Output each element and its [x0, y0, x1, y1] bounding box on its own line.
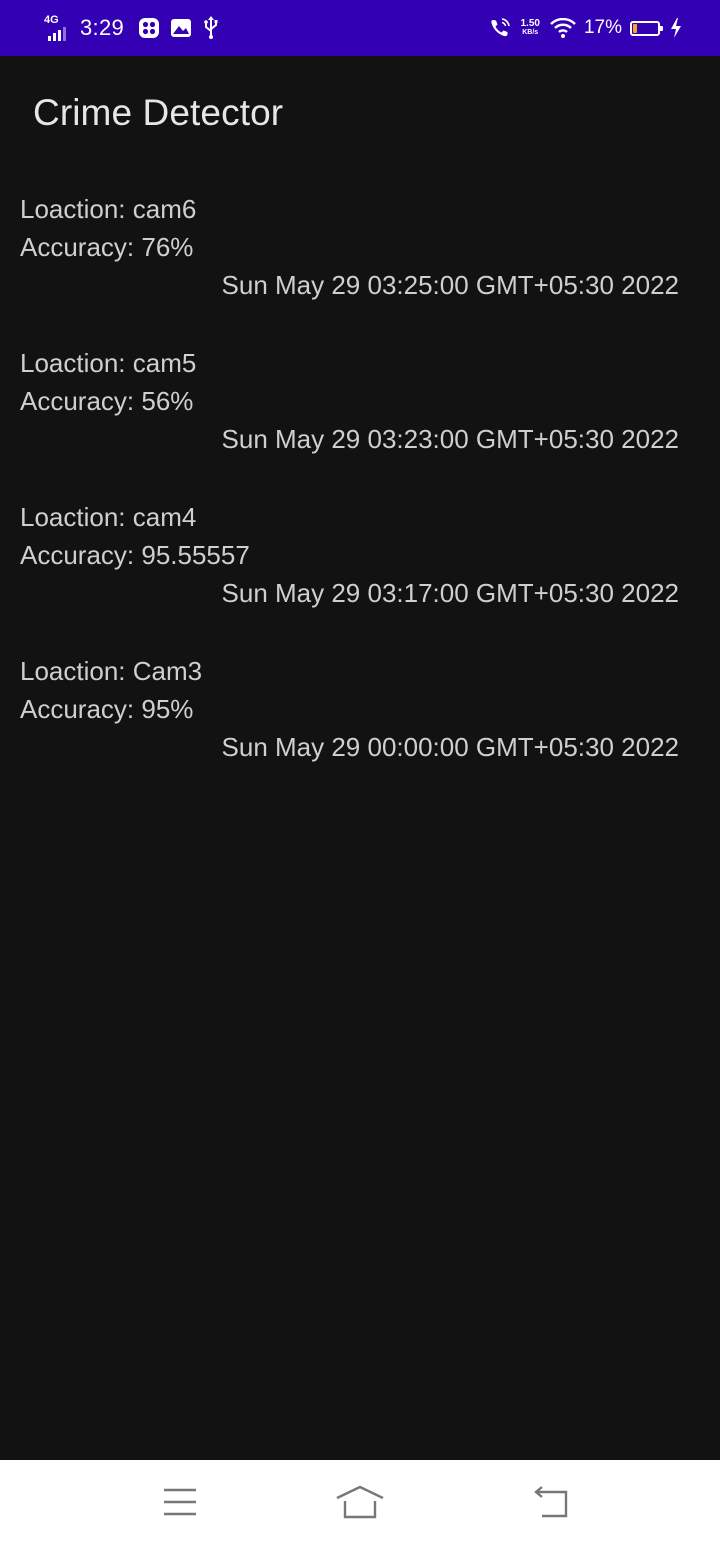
network-type-label: 4G [44, 14, 59, 26]
battery-level [633, 23, 637, 33]
accuracy-label: Accuracy: 95.55557 [20, 540, 250, 570]
list-item[interactable]: Loaction: cam6 Accuracy: 76% Sun May 29 … [0, 190, 720, 344]
status-time: 3:29 [80, 15, 125, 40]
gallery-notification-icon [170, 17, 192, 39]
accuracy-label: Accuracy: 95% [20, 694, 194, 724]
list-item[interactable]: Loaction: Cam3 Accuracy: 95% Sun May 29 … [0, 652, 720, 806]
battery-icon [630, 20, 663, 36]
accuracy-label: Accuracy: 56% [20, 386, 194, 416]
timestamp-label: Sun May 29 03:17:00 GMT+05:30 2022 [221, 578, 679, 608]
wifi-calling-icon [489, 17, 511, 39]
network-speed-unit: KB/s [522, 29, 539, 36]
status-bar-left: 4G 3:29 [44, 0, 230, 56]
status-bar-right: 1.50 KB/s 17% [489, 0, 683, 56]
network-speed-value: 1.50 [520, 18, 540, 29]
signal-icon: 4G [44, 15, 74, 41]
app-title: Crime Detector [33, 92, 284, 133]
location-label: Loaction: cam6 [20, 194, 197, 224]
back-button[interactable] [520, 1478, 580, 1526]
network-speed: 1.50 KB/s [521, 19, 540, 37]
wifi-icon [550, 18, 576, 38]
detection-list: Loaction: cam6 Accuracy: 76% Sun May 29 … [0, 190, 720, 806]
usb-icon [202, 16, 220, 40]
list-item[interactable]: Loaction: cam5 Accuracy: 56% Sun May 29 … [0, 344, 720, 498]
timestamp-label: Sun May 29 03:23:00 GMT+05:30 2022 [221, 424, 679, 454]
app-bar: Crime Detector [0, 56, 720, 172]
menu-icon [162, 1487, 198, 1517]
location-label: Loaction: cam4 [20, 502, 197, 532]
home-button[interactable] [330, 1478, 390, 1526]
screen: 4G 3:29 1.50 KB/s 17% Crime Detector Loa… [0, 0, 720, 1544]
home-icon [335, 1485, 385, 1519]
location-label: Loaction: Cam3 [20, 656, 203, 686]
location-label: Loaction: cam5 [20, 348, 197, 378]
back-icon [530, 1486, 570, 1518]
accuracy-label: Accuracy: 76% [20, 232, 194, 262]
menu-button[interactable] [150, 1478, 210, 1526]
status-bar: 4G 3:29 1.50 KB/s 17% [0, 0, 720, 56]
navigation-bar [0, 1460, 720, 1544]
timestamp-label: Sun May 29 03:25:00 GMT+05:30 2022 [221, 270, 679, 300]
timestamp-label: Sun May 29 00:00:00 GMT+05:30 2022 [221, 732, 679, 762]
battery-percent: 17% [583, 17, 622, 38]
app-notification-icon [138, 17, 160, 39]
list-item[interactable]: Loaction: cam4 Accuracy: 95.55557 Sun Ma… [0, 498, 720, 652]
charging-icon [670, 18, 682, 38]
